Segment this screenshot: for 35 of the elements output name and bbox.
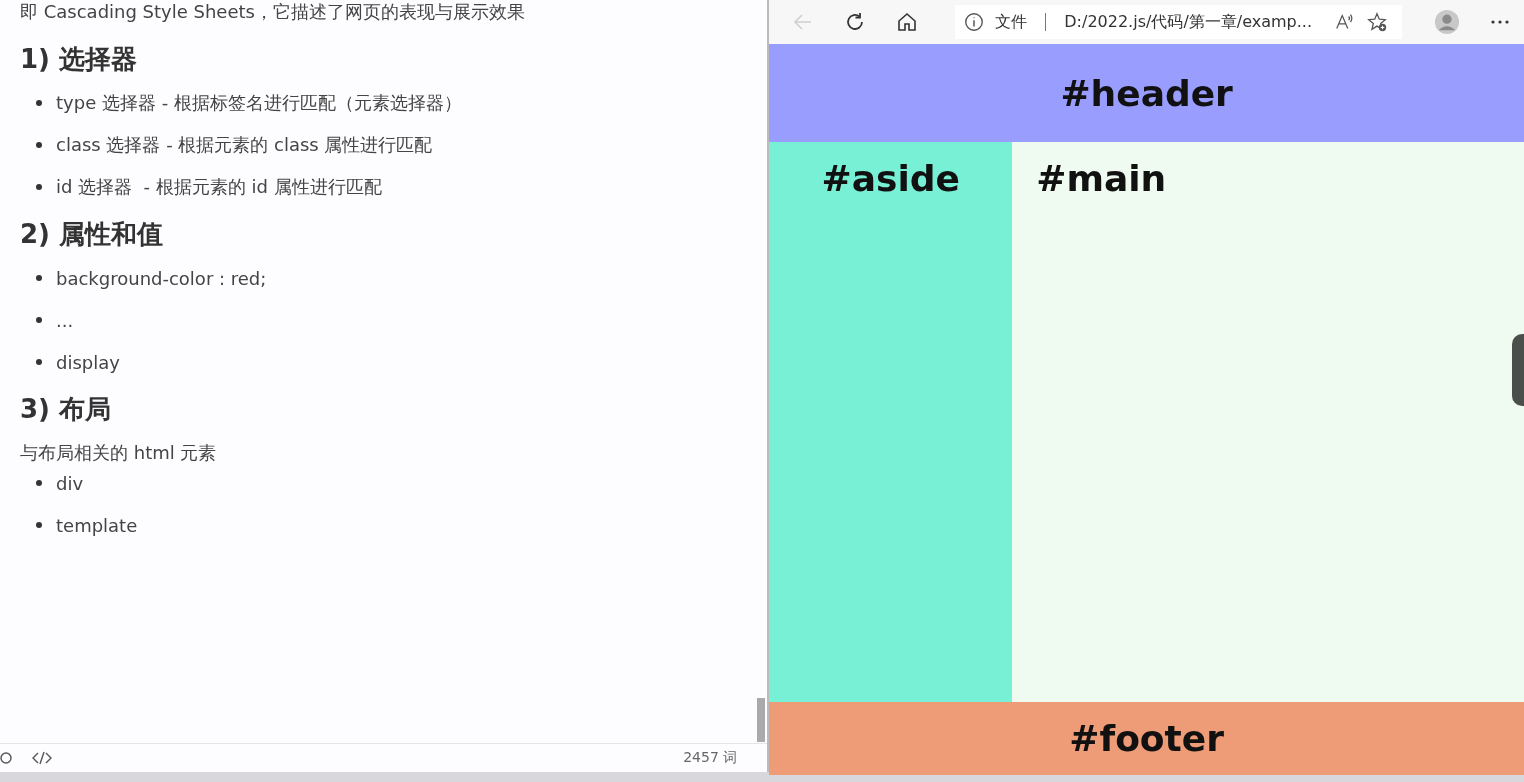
list-item: template <box>56 514 138 536</box>
list-item: display <box>56 351 120 373</box>
address-bar[interactable]: 文件 D:/2022.js/代码/第一章/examp... <box>955 5 1402 39</box>
list-item: background-color : red; <box>56 267 267 289</box>
footer-block: #footer <box>769 702 1524 775</box>
bullet-icon <box>36 480 42 486</box>
list-item: id 选择器 - 根据元素的 id 属性进行匹配 <box>56 175 382 199</box>
code-icon[interactable] <box>32 750 52 766</box>
section-heading: 1) 选择器 <box>20 43 139 76</box>
list-item: class 选择器 - 根据元素的 class 属性进行匹配 <box>56 133 433 157</box>
profile-avatar-icon[interactable] <box>1434 9 1460 35</box>
main-block: #main <box>1012 142 1524 702</box>
aside-block: #aside <box>769 142 1013 702</box>
scheme-label: 文件 <box>995 11 1028 33</box>
section-heading: 2) 属性和值 <box>20 218 165 251</box>
paragraph: 即 Cascading Style Sheets，它描述了网页的表现与展示效果 <box>20 0 526 24</box>
favorite-add-icon[interactable] <box>1366 11 1388 33</box>
word-count: 2457 词 <box>683 749 738 767</box>
info-icon[interactable] <box>963 11 986 33</box>
bullet-icon <box>36 359 42 365</box>
bullet-icon <box>36 317 42 323</box>
bullet-icon <box>36 522 42 528</box>
bullet-icon <box>36 275 42 281</box>
url-text: D:/2022.js/代码/第一章/examp... <box>1064 11 1312 33</box>
bullet-icon <box>36 100 42 106</box>
bullet-icon <box>36 184 42 190</box>
list-item: type 选择器 - 根据标签名进行匹配（元素选择器） <box>56 91 462 115</box>
side-handle[interactable] <box>1512 334 1524 406</box>
header-block: #header <box>769 44 1524 142</box>
paragraph: 与布局相关的 html 元素 <box>20 441 218 465</box>
bullet-icon <box>36 142 42 148</box>
list-item: ... <box>56 309 74 331</box>
scrollbar-thumb[interactable] <box>757 698 766 742</box>
section-heading: 3) 布局 <box>20 393 113 426</box>
list-item: div <box>56 472 84 494</box>
